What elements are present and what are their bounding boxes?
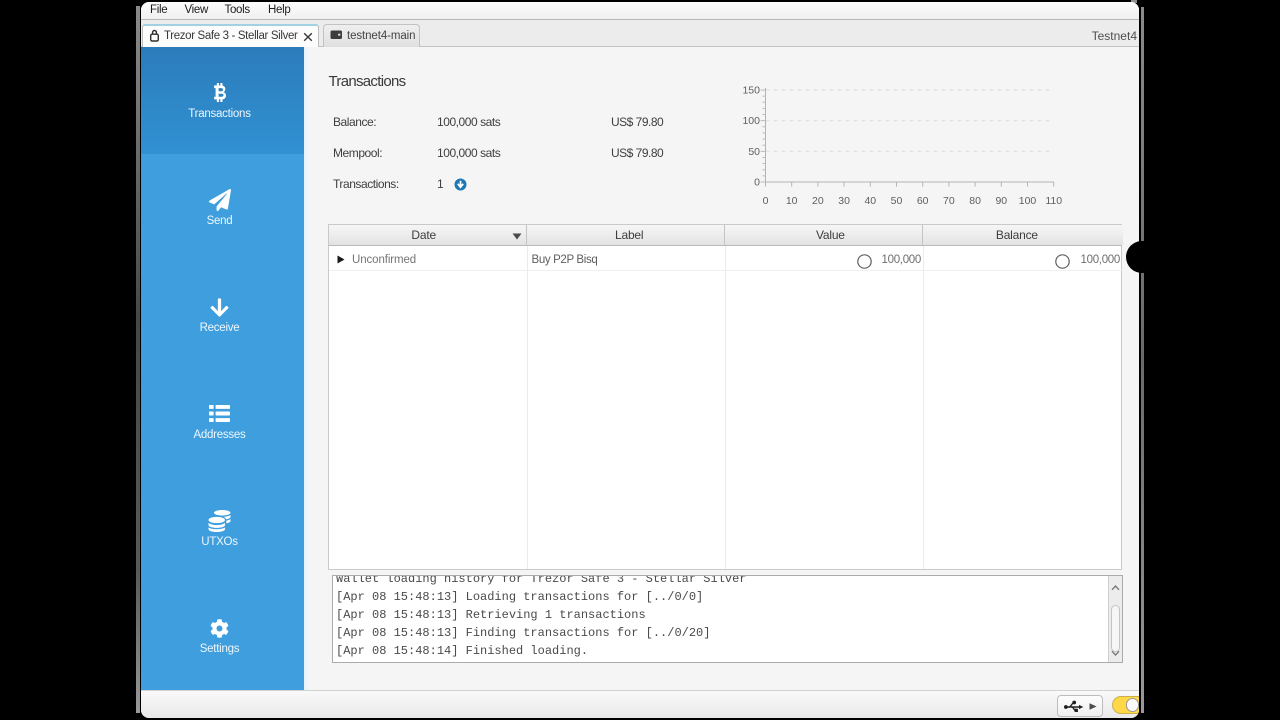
svg-text:150: 150 (742, 85, 760, 97)
svg-text:60: 60 (917, 195, 929, 207)
svg-text:0: 0 (754, 177, 760, 189)
svg-text:50: 50 (748, 146, 760, 158)
svg-text:30: 30 (838, 195, 850, 207)
svg-text:80: 80 (969, 195, 981, 207)
svg-text:90: 90 (995, 195, 1007, 207)
svg-text:20: 20 (812, 195, 824, 207)
svg-text:110: 110 (1045, 195, 1062, 207)
svg-text:0: 0 (763, 195, 769, 207)
svg-text:40: 40 (864, 195, 876, 207)
svg-text:10: 10 (786, 195, 798, 207)
svg-text:50: 50 (891, 195, 903, 207)
svg-text:100: 100 (742, 115, 760, 127)
svg-text:70: 70 (943, 195, 955, 207)
svg-text:100: 100 (1019, 195, 1037, 207)
